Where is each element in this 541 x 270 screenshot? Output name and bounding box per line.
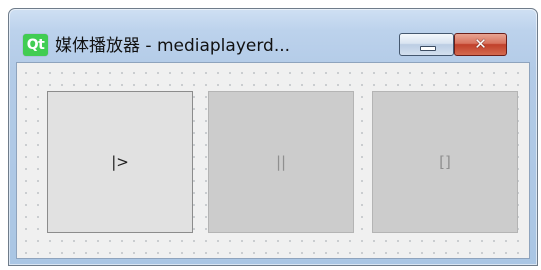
close-icon: ✕: [474, 35, 487, 53]
form-client-area: |> || []: [16, 62, 530, 259]
window-title: 媒体播放器 - mediaplayerd...: [55, 36, 291, 56]
play-button[interactable]: |>: [47, 91, 193, 233]
title-bar[interactable]: Qt 媒体播放器 - mediaplayerd... ✕: [9, 9, 537, 61]
qt-logo-icon: Qt: [23, 34, 48, 56]
minimize-button[interactable]: [399, 33, 454, 56]
pause-button[interactable]: ||: [208, 91, 354, 233]
stop-button[interactable]: []: [372, 91, 518, 233]
main-window: Qt 媒体播放器 - mediaplayerd... ✕ |> || []: [8, 8, 538, 266]
minimize-icon: [420, 46, 436, 51]
close-button[interactable]: ✕: [454, 33, 507, 56]
